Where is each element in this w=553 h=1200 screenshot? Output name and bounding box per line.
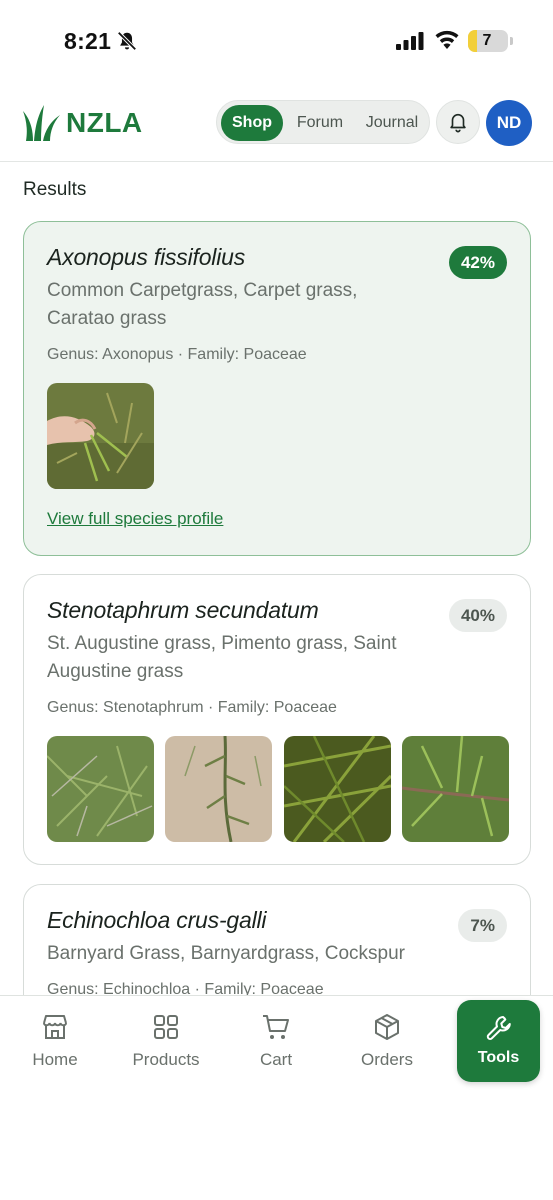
confidence-badge: 7% xyxy=(458,909,507,942)
result-card[interactable]: Axonopus fissifolius 42% Common Carpetgr… xyxy=(23,221,531,556)
signal-icon xyxy=(396,32,424,50)
results-heading: Results xyxy=(23,179,87,200)
grid-icon xyxy=(154,1015,178,1039)
grass-logo-icon xyxy=(23,105,60,141)
common-names: St. Augustine grass, Pimento grass, Sain… xyxy=(47,633,397,682)
species-photo[interactable] xyxy=(402,736,509,842)
status-bar: 8:21 7 xyxy=(0,0,553,80)
store-icon xyxy=(43,1015,67,1039)
species-photo[interactable] xyxy=(47,383,154,489)
taxonomy-meta: Genus: Axonopus · Family: Poaceae xyxy=(47,346,307,363)
result-card[interactable]: Stenotaphrum secundatum 40% St. Augustin… xyxy=(23,574,531,865)
wrench-icon xyxy=(486,1016,511,1040)
scientific-name: Echinochloa crus-galli xyxy=(47,907,267,933)
status-time: 8:21 xyxy=(64,28,112,54)
species-photo[interactable] xyxy=(47,736,154,842)
nav-label: Home xyxy=(32,1050,78,1069)
nav-label: Tools xyxy=(477,1049,520,1066)
bell-off-icon xyxy=(117,31,137,51)
tab-journal[interactable]: Journal xyxy=(357,105,427,141)
wifi-icon xyxy=(435,30,459,49)
nav-cart[interactable]: Cart xyxy=(226,1008,326,1078)
species-photo[interactable] xyxy=(284,736,391,842)
nav-tools[interactable]: Tools xyxy=(457,1000,540,1082)
tab-shop[interactable]: Shop xyxy=(221,105,283,141)
nav-label: Orders xyxy=(361,1050,413,1069)
confidence-badge: 40% xyxy=(448,599,507,632)
bell-icon xyxy=(450,113,466,133)
scientific-name: Axonopus fissifolius xyxy=(47,244,245,270)
nav-label: Cart xyxy=(259,1050,293,1069)
nav-label: Products xyxy=(132,1050,200,1069)
brand-name: NZLA xyxy=(66,107,143,138)
nzla-logo[interactable]: NZLA xyxy=(22,102,143,144)
user-avatar[interactable]: ND xyxy=(486,100,532,146)
taxonomy-meta: Genus: Stenotaphrum · Family: Poaceae xyxy=(47,699,337,716)
battery-indicator: 7 xyxy=(468,30,508,52)
common-names: Common Carpetgrass, Carpet grass, Carata… xyxy=(47,280,358,329)
notifications-button[interactable] xyxy=(436,100,480,144)
common-names: Barnyard Grass, Barnyardgrass, Cockspur xyxy=(47,943,405,964)
tab-forum[interactable]: Forum xyxy=(287,105,353,141)
nav-products[interactable]: Products xyxy=(116,1008,216,1078)
cart-icon xyxy=(263,1015,289,1039)
scientific-name: Stenotaphrum secundatum xyxy=(47,597,319,623)
species-profile-link[interactable]: View full species profile xyxy=(47,509,223,529)
bottom-navigation: Home Products Cart Orders Tools xyxy=(0,995,553,1200)
nav-home[interactable]: Home xyxy=(5,1008,105,1078)
box-icon xyxy=(375,1014,399,1040)
app-header: NZLA Shop Forum Journal ND xyxy=(0,96,553,162)
species-photo[interactable] xyxy=(165,736,272,842)
confidence-badge: 42% xyxy=(448,246,507,279)
nav-orders[interactable]: Orders xyxy=(337,1008,437,1078)
section-switcher: Shop Forum Journal xyxy=(216,100,430,144)
